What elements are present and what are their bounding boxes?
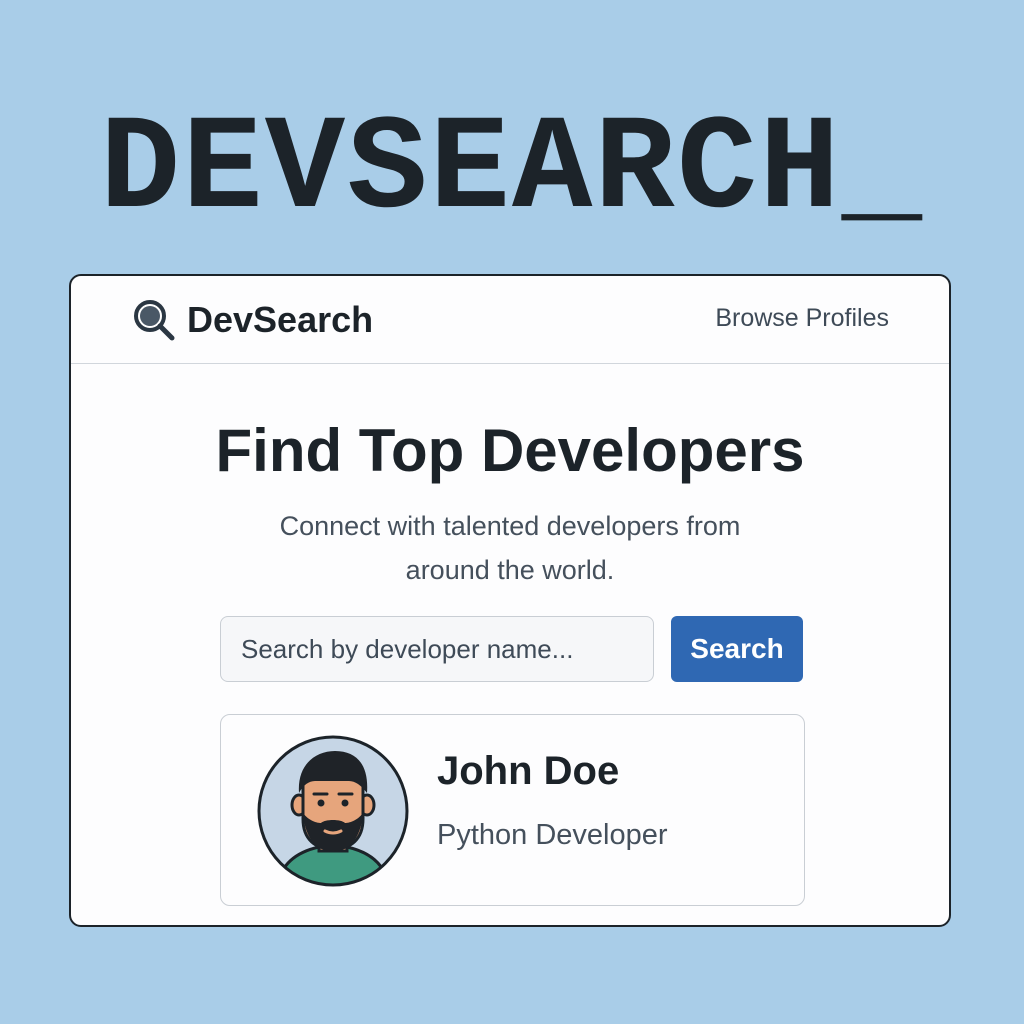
search-button[interactable]: Search <box>671 616 803 682</box>
developer-search-input[interactable] <box>220 616 654 682</box>
brand-logo[interactable]: DevSearch <box>131 298 373 342</box>
hero-subtitle: Connect with talented developers from ar… <box>279 511 741 585</box>
devsearch-wordmark: DEVSEARCH_ <box>99 95 925 247</box>
magnifier-icon <box>134 300 175 341</box>
hero-title: Find Top Developers <box>215 417 805 484</box>
browser-window: DevSearch Browse Profiles Find Top Devel… <box>69 274 951 927</box>
browse-profiles-link[interactable]: Browse Profiles <box>715 304 889 333</box>
brand-name: DevSearch <box>187 299 374 340</box>
developer-avatar <box>257 735 409 887</box>
profile-role: Python Developer <box>437 819 668 851</box>
developer-profile-card[interactable]: John Doe Python Developer <box>220 714 805 906</box>
navbar: DevSearch Browse Profiles <box>71 276 949 364</box>
profile-name: John Doe <box>437 749 620 793</box>
